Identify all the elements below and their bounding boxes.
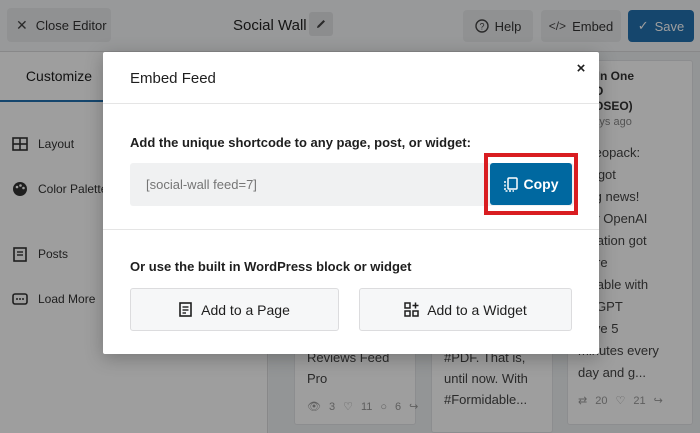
widget-icon bbox=[404, 302, 419, 317]
add-to-widget-label: Add to a Widget bbox=[427, 301, 527, 318]
shortcode-value: [social-wall feed=7] bbox=[146, 177, 257, 192]
modal-title: Embed Feed bbox=[130, 70, 216, 87]
close-icon: × bbox=[576, 59, 586, 77]
add-to-page-button[interactable]: Add to a Page bbox=[130, 288, 339, 331]
copy-icon bbox=[503, 176, 518, 192]
add-to-widget-button[interactable]: Add to a Widget bbox=[359, 288, 572, 331]
copy-button[interactable]: Copy bbox=[490, 163, 572, 205]
copy-label: Copy bbox=[523, 176, 559, 192]
shortcode-label: Add the unique shortcode to any page, po… bbox=[130, 135, 471, 150]
add-to-page-label: Add to a Page bbox=[201, 301, 290, 318]
page-icon bbox=[179, 301, 192, 317]
embed-feed-modal: Embed Feed × Add the unique shortcode to… bbox=[103, 52, 599, 354]
block-widget-label: Or use the built in WordPress block or w… bbox=[130, 259, 412, 274]
modal-header: Embed Feed × bbox=[103, 52, 599, 104]
close-modal-button[interactable]: × bbox=[571, 58, 591, 78]
modal-divider bbox=[103, 229, 599, 230]
